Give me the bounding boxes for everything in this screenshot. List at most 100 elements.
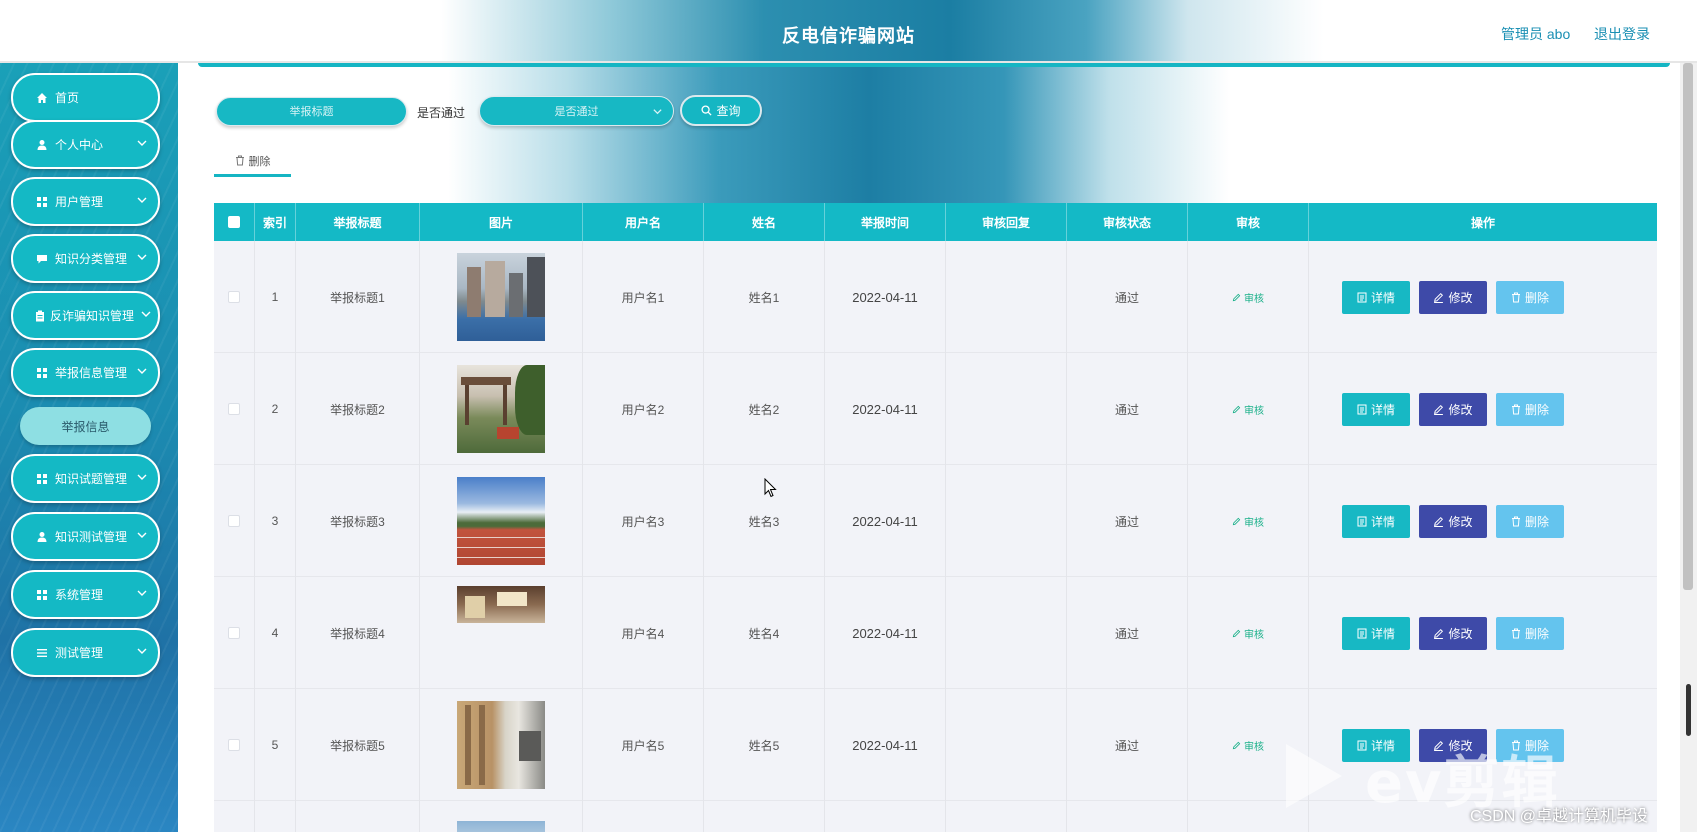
trash-icon [1511, 404, 1520, 415]
column-header: 操作 [1470, 215, 1495, 230]
index-cell [255, 801, 296, 832]
sidebar-item-label: 用户管理 [55, 195, 104, 209]
sidebar-item-anti-fraud-knowledge[interactable]: 反诈骗知识管理 [11, 291, 160, 340]
name-cell: 姓名4 [704, 577, 825, 689]
image-cell [420, 801, 583, 832]
row-checkbox[interactable] [228, 291, 240, 303]
status-cell: 通过 [1067, 241, 1188, 353]
audit-label: 审核 [1244, 405, 1264, 417]
clipboard-icon [33, 309, 47, 323]
row-checkbox[interactable] [228, 515, 240, 527]
detail-label: 详情 [1370, 627, 1395, 641]
delete-button[interactable]: 删除 [1496, 393, 1564, 426]
audit-label: 审核 [1244, 629, 1264, 641]
pencil-icon [1434, 404, 1444, 415]
delete-button[interactable]: 删除 [1496, 617, 1564, 650]
chevron-down-icon [137, 590, 147, 596]
report-title-search-input[interactable] [216, 97, 407, 126]
chevron-down-icon [137, 254, 147, 260]
home-icon [35, 91, 49, 105]
title-cell: 举报标题2 [296, 353, 420, 465]
reply-cell [946, 801, 1067, 832]
image-cell [420, 465, 583, 577]
sidebar-item-home[interactable]: 首页 [11, 73, 160, 122]
detail-button[interactable]: 详情 [1342, 617, 1410, 650]
submenu-item-report-info[interactable]: 举报信息 [20, 407, 151, 445]
audit-link[interactable]: 审核 [1232, 290, 1264, 305]
detail-button[interactable]: 详情 [1342, 393, 1410, 426]
edit-button[interactable]: 修改 [1419, 617, 1487, 650]
sidebar-item-exam-management[interactable]: 测试管理 [11, 628, 160, 677]
audit-cell: 审核 [1188, 577, 1309, 689]
column-header: 姓名 [704, 203, 825, 241]
pass-filter-placeholder: 是否通过 [554, 106, 599, 118]
report-image[interactable] [457, 365, 545, 453]
select-all-checkbox[interactable] [228, 216, 240, 228]
column-header: 举报时间 [825, 203, 946, 241]
report-image[interactable] [457, 821, 545, 832]
audit-link[interactable]: 审核 [1232, 626, 1264, 641]
sidebar-item-test-management[interactable]: 知识测试管理 [11, 512, 160, 561]
query-button-label: 查询 [716, 104, 741, 118]
image-cell [420, 577, 583, 689]
trash-icon [235, 155, 244, 166]
edit-button[interactable]: 修改 [1419, 505, 1487, 538]
document-icon [1357, 292, 1367, 303]
detail-button[interactable]: 详情 [1342, 281, 1410, 314]
sidebar-item-label: 首页 [55, 91, 80, 105]
audit-link[interactable]: 审核 [1232, 514, 1264, 529]
status-cell: 通过 [1067, 353, 1188, 465]
sidebar-item-user-management[interactable]: 用户管理 [11, 177, 160, 226]
row-checkbox[interactable] [228, 403, 240, 415]
grid-icon [35, 588, 49, 602]
pencil-icon [1232, 517, 1241, 525]
reply-cell [946, 241, 1067, 353]
sidebar-item-label: 举报信息管理 [55, 366, 128, 380]
sidebar-item-knowledge-category[interactable]: 知识分类管理 [11, 234, 160, 283]
grid-icon [35, 195, 49, 209]
name-cell: 姓名1 [704, 241, 825, 353]
row-checkbox[interactable] [228, 627, 240, 639]
username-cell: 用户名4 [583, 577, 704, 689]
sidebar-item-system-management[interactable]: 系统管理 [11, 570, 160, 619]
batch-delete-button[interactable]: 删除 [214, 147, 291, 177]
index-cell: 1 [255, 241, 296, 353]
chevron-down-icon [137, 474, 147, 480]
scroll-indicator [1686, 684, 1691, 736]
edit-button[interactable]: 修改 [1419, 393, 1487, 426]
chevron-down-icon [653, 109, 662, 115]
logout-link[interactable]: 退出登录 [1594, 24, 1650, 44]
report-image[interactable] [457, 701, 545, 789]
username-cell [583, 801, 704, 832]
chevron-down-icon [137, 197, 147, 203]
pencil-icon [1232, 629, 1241, 637]
sidebar-item-personal-center[interactable]: 个人中心 [11, 120, 160, 169]
sidebar-item-label: 知识试题管理 [55, 472, 128, 486]
list-icon [35, 646, 49, 660]
audit-link[interactable]: 审核 [1232, 402, 1264, 417]
vertical-scrollbar-thumb[interactable] [1683, 63, 1693, 590]
query-button[interactable]: 查询 [680, 95, 762, 126]
delete-button[interactable]: 删除 [1496, 505, 1564, 538]
detail-button[interactable]: 详情 [1342, 505, 1410, 538]
delete-button[interactable]: 删除 [1496, 281, 1564, 314]
sidebar-item-quiz-management[interactable]: 知识试题管理 [11, 454, 160, 503]
edit-button[interactable]: 修改 [1419, 281, 1487, 314]
pencil-icon [1434, 628, 1444, 639]
pass-filter-select[interactable]: 是否通过 [479, 96, 674, 126]
report-image[interactable] [457, 586, 545, 623]
report-image[interactable] [457, 477, 545, 565]
audit-link[interactable]: 审核 [1232, 738, 1264, 753]
column-header: 审核状态 [1067, 203, 1188, 241]
table-header: 索引 举报标题 图片 用户名 姓名 举报时间 审核回复 审核状态 审核 操作 [214, 203, 1657, 241]
document-icon [1357, 404, 1367, 415]
audit-label: 审核 [1244, 517, 1264, 529]
row-checkbox[interactable] [228, 739, 240, 751]
site-title: 反电信诈骗网站 [782, 26, 915, 46]
pencil-icon [1434, 292, 1444, 303]
pencil-icon [1232, 405, 1241, 413]
sidebar-item-report-management[interactable]: 举报信息管理 [11, 348, 160, 397]
row-check-cell [214, 465, 255, 577]
report-image[interactable] [457, 253, 545, 341]
time-cell [825, 801, 946, 832]
